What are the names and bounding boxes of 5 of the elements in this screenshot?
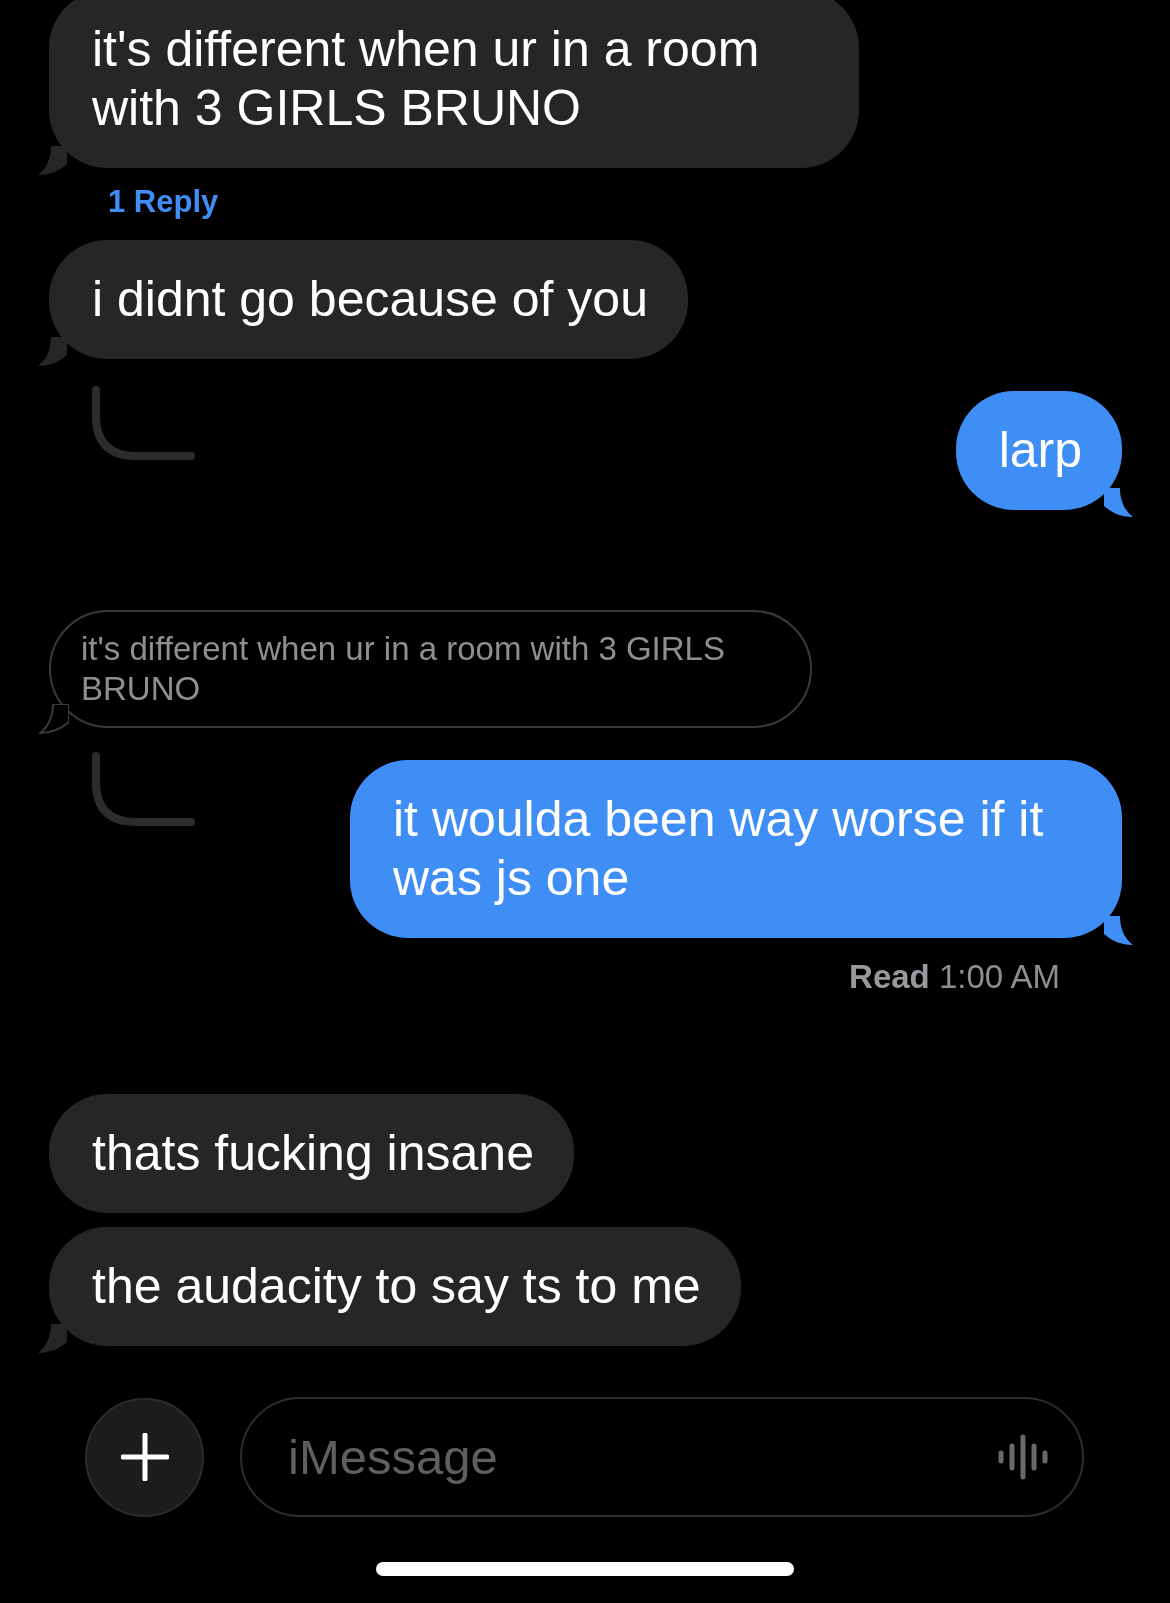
replies-link[interactable]: 1 Reply: [108, 182, 219, 222]
read-receipt: Read 1:00 AM: [848, 957, 1061, 997]
message-bubble: thats fucking insane: [49, 1094, 574, 1213]
plus-icon: [120, 1433, 169, 1481]
message-field[interactable]: iMessage: [240, 1397, 1084, 1517]
